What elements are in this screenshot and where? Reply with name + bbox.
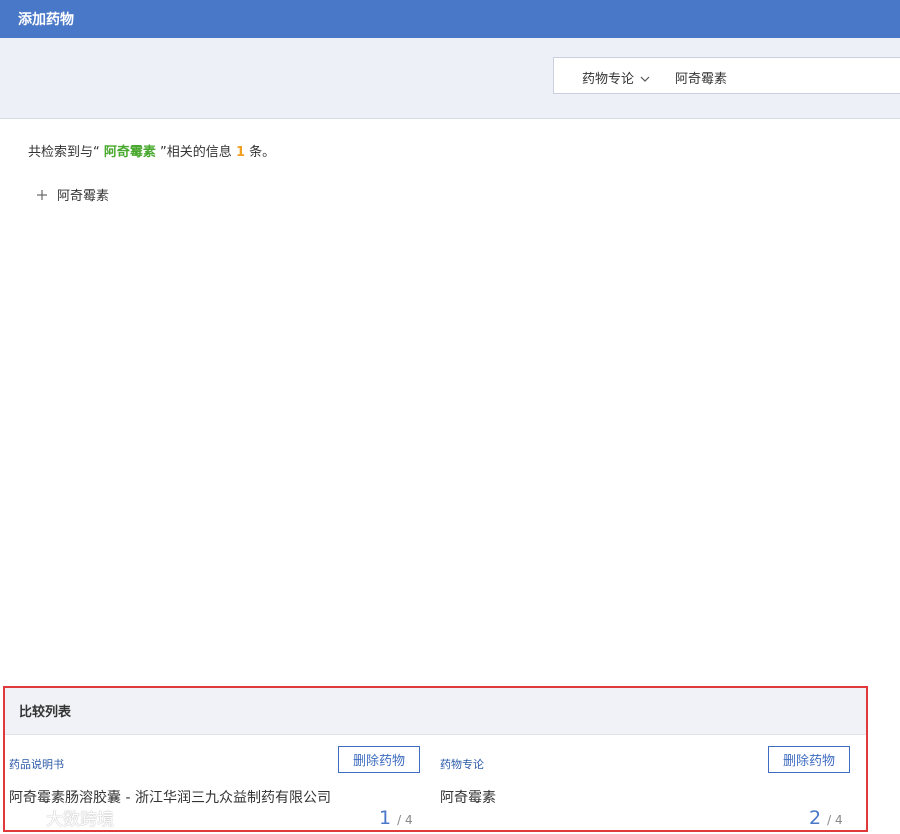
result-query: 阿奇霉素 xyxy=(103,145,156,160)
slot-pager: 2 / 4 xyxy=(809,807,843,829)
compare-panel: 比较列表 药品说明书 删除药物 阿奇霉素肠溶胶囊 - 浙江华润三九众益制药有限公… xyxy=(3,686,868,832)
compare-header: 比较列表 xyxy=(5,688,866,735)
slot-page-total: / 4 xyxy=(397,813,413,827)
slot-type-label: 药物专论 xyxy=(440,758,484,771)
slot-page-total: / 4 xyxy=(827,813,843,827)
slot-type-label: 药品说明书 xyxy=(9,758,64,771)
search-box[interactable]: 药物专论 阿奇霉素 xyxy=(553,57,900,94)
delete-drug-button-1[interactable]: 删除药物 xyxy=(338,746,420,773)
result-prefix: 共检索到与“ xyxy=(28,145,100,160)
slot-page-number: 2 xyxy=(809,807,822,829)
search-input[interactable]: 阿奇霉素 xyxy=(675,68,727,87)
result-middle: ”相关的信息 xyxy=(160,145,232,160)
tree-item-drug[interactable]: 阿奇霉素 xyxy=(36,185,109,204)
chevron-down-icon xyxy=(640,76,650,82)
tree-item-label[interactable]: 阿奇霉素 xyxy=(57,185,109,204)
slot-pager: 1 / 4 xyxy=(379,807,413,829)
compare-title: 比较列表 xyxy=(19,705,72,720)
result-count: 1 xyxy=(235,145,245,160)
slot-drug-name: 阿奇霉素肠溶胶囊 - 浙江华润三九众益制药有限公司 xyxy=(9,790,331,806)
slot-drug-name: 阿奇霉素 xyxy=(440,790,496,806)
expand-plus-icon[interactable] xyxy=(36,189,48,201)
delete-drug-button-2[interactable]: 删除药物 xyxy=(768,746,850,773)
search-type-select[interactable]: 药物专论 xyxy=(582,68,650,87)
result-summary: 共检索到与“ 阿奇霉素 ”相关的信息 1 条。 xyxy=(28,141,275,160)
search-type-label: 药物专论 xyxy=(582,72,635,87)
search-bar: 药物专论 阿奇霉素 xyxy=(0,38,900,119)
watermark-logo-icon xyxy=(9,809,42,827)
watermark: 大数跨境 xyxy=(8,805,114,830)
watermark-text: 大数跨境 xyxy=(46,810,114,830)
page-title: 添加药物 xyxy=(18,12,74,28)
result-suffix: 条。 xyxy=(249,145,276,160)
slot-page-number: 1 xyxy=(379,807,392,829)
app-header: 添加药物 xyxy=(0,0,900,38)
compare-slot-2: 药物专论 删除药物 阿奇霉素 2 / 4 xyxy=(435,735,866,830)
